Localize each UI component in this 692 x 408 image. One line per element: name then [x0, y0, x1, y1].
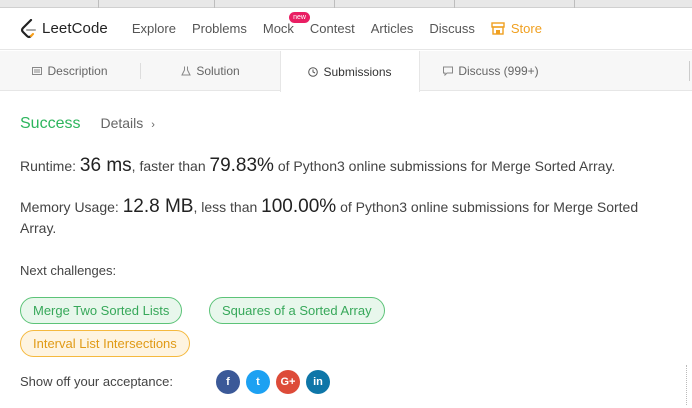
- tab-description[interactable]: Description: [0, 51, 140, 91]
- nav-mock[interactable]: Mock new: [262, 12, 310, 36]
- tab-submissions-label: Submissions: [323, 64, 392, 79]
- status-row: Success Details ›: [20, 115, 155, 133]
- status-label: Success: [20, 115, 81, 132]
- nav-store-label: Store: [510, 21, 542, 36]
- document-icon: [32, 66, 43, 76]
- details-label: Details: [100, 115, 144, 131]
- runtime-percentile: 79.83%: [209, 155, 274, 176]
- memory-value: 12.8 MB: [122, 196, 194, 217]
- twitter-icon[interactable]: t: [246, 370, 270, 394]
- memory-label: Memory Usage:: [20, 199, 119, 215]
- leetcode-logo[interactable]: LeetCode: [20, 18, 108, 39]
- runtime-mid: , faster than: [131, 158, 210, 174]
- tab-solution[interactable]: Solution: [141, 51, 280, 91]
- nav-problems[interactable]: Problems: [192, 21, 247, 36]
- nav-discuss[interactable]: Discuss: [429, 21, 475, 36]
- memory-percentile: 100.00%: [261, 196, 337, 217]
- store-icon: [491, 22, 505, 35]
- nav-mock-label: Mock: [262, 21, 294, 36]
- facebook-icon[interactable]: f: [216, 370, 240, 394]
- challenge-chip[interactable]: Squares of a Sorted Array: [209, 297, 385, 324]
- next-challenges-label: Next challenges:: [20, 263, 117, 278]
- nav-explore[interactable]: Explore: [132, 21, 176, 36]
- clock-icon: [308, 66, 319, 77]
- linkedin-icon[interactable]: in: [306, 370, 330, 394]
- scrollbar[interactable]: [686, 365, 688, 405]
- challenge-chip[interactable]: Merge Two Sorted Lists: [20, 297, 183, 324]
- flask-icon: [181, 66, 192, 76]
- leetcode-logo-icon: [20, 18, 36, 38]
- comment-icon: [443, 66, 454, 76]
- runtime-label: Runtime:: [20, 158, 77, 174]
- runtime-tail: of Python3 online submissions for Merge …: [273, 158, 616, 174]
- details-link[interactable]: Details ›: [100, 115, 154, 131]
- browser-tab-strip: [0, 0, 692, 8]
- tab-discuss[interactable]: Discuss (999+): [421, 51, 561, 91]
- nav-contest[interactable]: Contest: [310, 21, 355, 36]
- chevron-right-icon: ›: [151, 119, 155, 131]
- google-plus-icon[interactable]: G+: [276, 370, 300, 394]
- new-badge: new: [289, 12, 310, 23]
- nav-articles[interactable]: Articles: [371, 21, 414, 36]
- nav-store[interactable]: Store: [491, 21, 542, 36]
- share-label: Show off your acceptance:: [20, 374, 173, 389]
- tab-discuss-label: Discuss (999+): [458, 64, 539, 78]
- tab-submissions[interactable]: Submissions: [280, 51, 420, 92]
- memory-line: Memory Usage: 12.8 MB, less than 100.00%…: [20, 196, 660, 239]
- memory-mid: , less than: [193, 199, 262, 215]
- runtime-line: Runtime: 36 ms, faster than 79.83% of Py…: [20, 155, 615, 177]
- top-nav: LeetCode Explore Problems Mock new Conte…: [0, 8, 692, 50]
- problem-tabbar: Description Solution Submissions Discuss…: [0, 51, 692, 92]
- challenge-chip[interactable]: Interval List Intersections: [20, 330, 190, 357]
- tab-solution-label: Solution: [196, 64, 240, 78]
- logo-text: LeetCode: [42, 20, 108, 37]
- runtime-value: 36 ms: [79, 155, 132, 176]
- tab-description-label: Description: [47, 64, 108, 78]
